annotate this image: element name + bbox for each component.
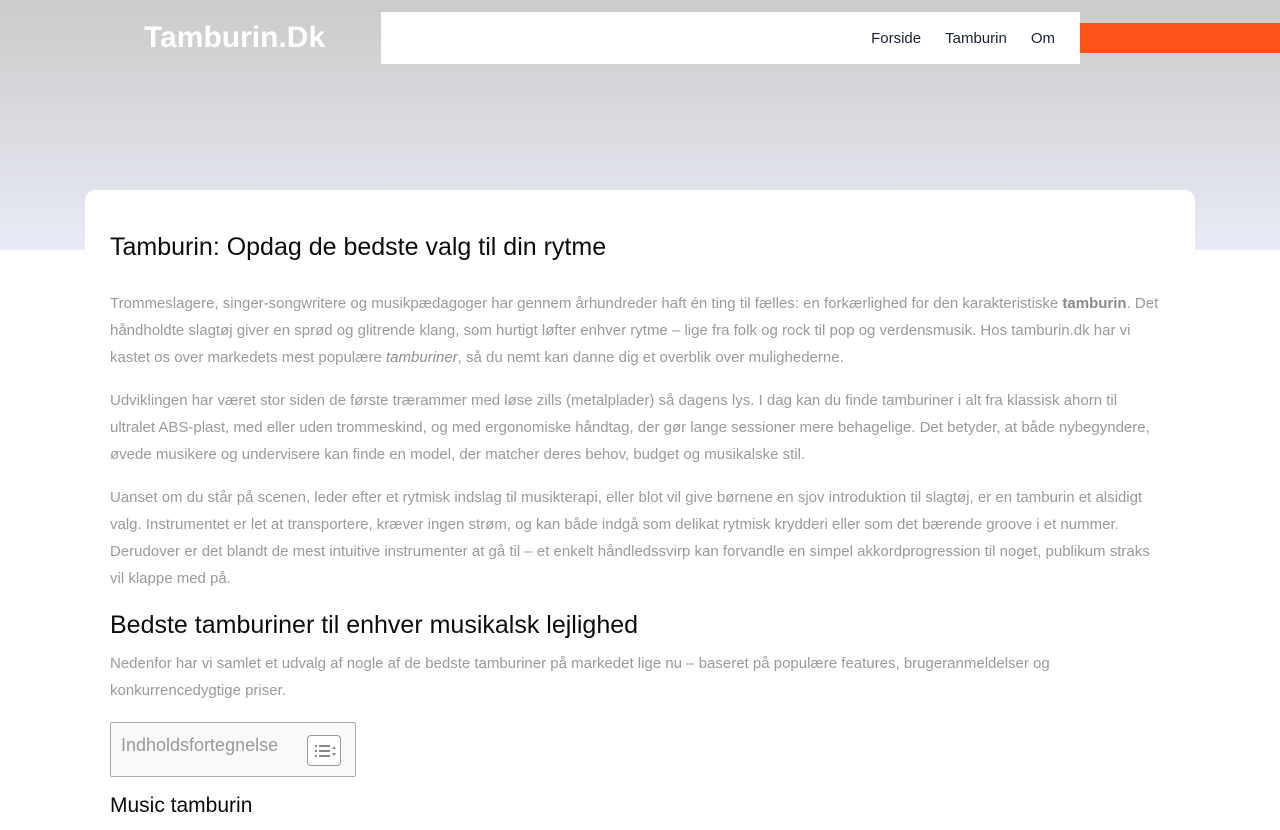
- history-paragraph: Udviklingen har været stor siden de førs…: [110, 392, 1150, 463]
- intro-bold-keyword: tamburin: [1062, 295, 1127, 312]
- main-navigation: Forside Tamburin Om: [381, 12, 1080, 64]
- intro-text-1: Trommeslagere, singer-songwritere og mus…: [110, 295, 1063, 312]
- intro-text-3: , så du nemt kan danne dig et overblik o…: [457, 349, 844, 366]
- intro-paragraph: Trommeslagere, singer-songwritere og mus…: [110, 290, 1166, 371]
- section-heading: Bedste tamburiner til enhver musikalsk l…: [110, 611, 639, 639]
- article-body: Tamburin: Opdag de bedste valg til din r…: [110, 228, 1166, 821]
- intro-italic-keyword: tamburiner: [385, 349, 458, 366]
- table-of-contents: Indholdsfortegnelse: [110, 722, 356, 777]
- site-title[interactable]: Tamburin.Dk: [144, 17, 325, 59]
- section-intro-paragraph: Nedenfor har vi samlet et udvalg af nogl…: [110, 655, 1050, 699]
- toc-toggle-button[interactable]: [307, 735, 341, 766]
- toc-title: Indholdsfortegnelse: [121, 735, 279, 755]
- content-card: Tamburin: Opdag de bedste valg til din r…: [85, 190, 1195, 830]
- usage-paragraph: Uanset om du står på scenen, leder efter…: [110, 489, 1150, 587]
- accent-strip: [1079, 23, 1280, 53]
- nav-item-om[interactable]: Om: [1031, 30, 1055, 47]
- nav-item-forside[interactable]: Forside: [871, 30, 921, 47]
- nav-item-tamburin[interactable]: Tamburin: [945, 30, 1007, 47]
- list-toggle-icon: [315, 745, 336, 757]
- product-heading: Music tamburin: [110, 794, 253, 817]
- nav-list: Forside Tamburin Om: [847, 12, 1055, 64]
- page-title: Tamburin: Opdag de bedste valg til din r…: [110, 233, 607, 261]
